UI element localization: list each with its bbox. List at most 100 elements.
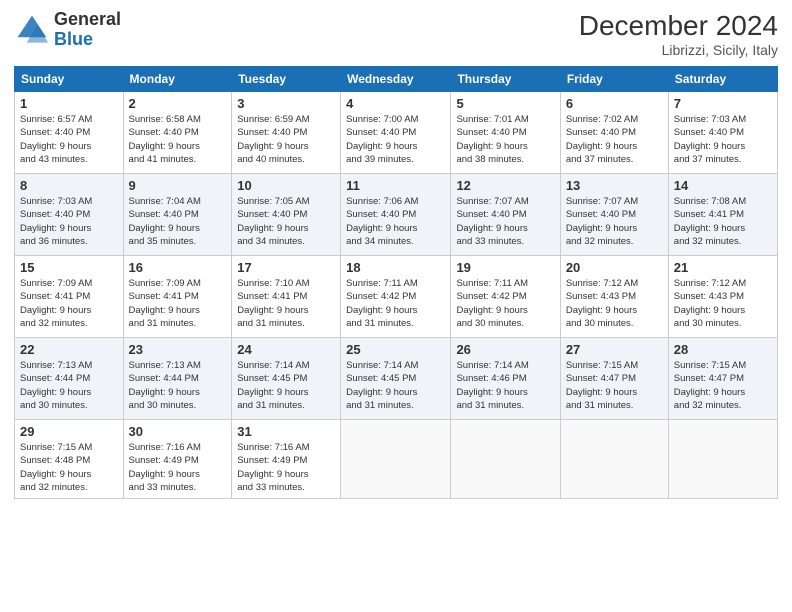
day-info: Sunrise: 7:07 AM Sunset: 4:40 PM Dayligh… — [456, 195, 554, 248]
calendar-header-wednesday: Wednesday — [341, 67, 451, 92]
day-info: Sunrise: 7:01 AM Sunset: 4:40 PM Dayligh… — [456, 113, 554, 166]
day-number: 6 — [566, 96, 663, 111]
day-number: 16 — [129, 260, 227, 275]
calendar-cell: 18 Sunrise: 7:11 AM Sunset: 4:42 PM Dayli… — [341, 256, 451, 338]
calendar-header-friday: Friday — [560, 67, 668, 92]
day-number: 24 — [237, 342, 335, 357]
day-number: 25 — [346, 342, 445, 357]
calendar-cell: 27Sunrise: 7:15 AM Sunset: 4:47 PM Dayli… — [560, 338, 668, 420]
calendar-cell: 24 Sunrise: 7:14 AM Sunset: 4:45 PM Dayli… — [232, 338, 341, 420]
header: General Blue December 2024 Librizzi, Sic… — [14, 10, 778, 58]
day-number: 8 — [20, 178, 118, 193]
day-info: Sunrise: 7:07 AM Sunset: 4:40 PM Dayligh… — [566, 195, 663, 248]
day-info: Sunrise: 7:14 AM Sunset: 4:45 PM Dayligh… — [346, 359, 445, 412]
day-number: 1 — [20, 96, 118, 111]
day-info: Sunrise: 7:14 AM Sunset: 4:46 PM Dayligh… — [456, 359, 554, 412]
calendar-cell: 26 Sunrise: 7:14 AM Sunset: 4:46 PM Dayli… — [451, 338, 560, 420]
calendar-cell: 15 Sunrise: 7:09 AM Sunset: 4:41 PM Dayli… — [15, 256, 124, 338]
calendar-header-row: SundayMondayTuesdayWednesdayThursdayFrid… — [15, 67, 778, 92]
day-number: 17 — [237, 260, 335, 275]
day-info: Sunrise: 7:13 AM Sunset: 4:44 PM Dayligh… — [129, 359, 227, 412]
day-info: Sunrise: 7:12 AM Sunset: 4:43 PM Dayligh… — [674, 277, 772, 330]
day-number: 31 — [237, 424, 335, 439]
calendar-cell: 4 Sunrise: 7:00 AM Sunset: 4:40 PM Daylig… — [341, 92, 451, 174]
day-number: 4 — [346, 96, 445, 111]
logo-text: General Blue — [54, 10, 121, 50]
calendar-cell: 13 Sunrise: 7:07 AM Sunset: 4:40 PM Dayli… — [560, 174, 668, 256]
calendar-cell — [668, 420, 777, 499]
day-info: Sunrise: 7:14 AM Sunset: 4:45 PM Dayligh… — [237, 359, 335, 412]
day-info: Sunrise: 6:59 AM Sunset: 4:40 PM Dayligh… — [237, 113, 335, 166]
day-info: Sunrise: 7:03 AM Sunset: 4:40 PM Dayligh… — [20, 195, 118, 248]
day-info: Sunrise: 7:15 AM Sunset: 4:48 PM Dayligh… — [20, 441, 118, 494]
day-number: 28 — [674, 342, 772, 357]
calendar-cell — [451, 420, 560, 499]
day-info: Sunrise: 7:08 AM Sunset: 4:41 PM Dayligh… — [674, 195, 772, 248]
day-number: 26 — [456, 342, 554, 357]
day-number: 14 — [674, 178, 772, 193]
day-number: 3 — [237, 96, 335, 111]
day-number: 13 — [566, 178, 663, 193]
day-number: 23 — [129, 342, 227, 357]
day-number: 12 — [456, 178, 554, 193]
day-number: 11 — [346, 178, 445, 193]
calendar-cell: 9 Sunrise: 7:04 AM Sunset: 4:40 PM Daylig… — [123, 174, 232, 256]
calendar-cell: 7 Sunrise: 7:03 AM Sunset: 4:40 PM Daylig… — [668, 92, 777, 174]
day-number: 30 — [129, 424, 227, 439]
day-info: Sunrise: 7:11 AM Sunset: 4:42 PM Dayligh… — [346, 277, 445, 330]
calendar-cell: 12 Sunrise: 7:07 AM Sunset: 4:40 PM Dayli… — [451, 174, 560, 256]
calendar-body: 1 Sunrise: 6:57 AM Sunset: 4:40 PM Daylig… — [15, 92, 778, 499]
day-number: 9 — [129, 178, 227, 193]
calendar-cell: 3 Sunrise: 6:59 AM Sunset: 4:40 PM Daylig… — [232, 92, 341, 174]
day-info: Sunrise: 7:09 AM Sunset: 4:41 PM Dayligh… — [20, 277, 118, 330]
calendar-cell: 30 Sunrise: 7:16 AM Sunset: 4:49 PM Dayli… — [123, 420, 232, 499]
day-info: Sunrise: 7:05 AM Sunset: 4:40 PM Dayligh… — [237, 195, 335, 248]
location: Librizzi, Sicily, Italy — [579, 42, 778, 58]
calendar-cell: 29 Sunrise: 7:15 AM Sunset: 4:48 PM Dayli… — [15, 420, 124, 499]
logo-icon — [14, 12, 50, 48]
day-info: Sunrise: 6:57 AM Sunset: 4:40 PM Dayligh… — [20, 113, 118, 166]
day-info: Sunrise: 7:06 AM Sunset: 4:40 PM Dayligh… — [346, 195, 445, 248]
calendar-cell: 23 Sunrise: 7:13 AM Sunset: 4:44 PM Dayli… — [123, 338, 232, 420]
calendar-cell: 2Sunrise: 6:58 AM Sunset: 4:40 PM Daylig… — [123, 92, 232, 174]
logo: General Blue — [14, 10, 121, 50]
calendar-cell: 10 Sunrise: 7:05 AM Sunset: 4:40 PM Dayli… — [232, 174, 341, 256]
calendar-cell: 11 Sunrise: 7:06 AM Sunset: 4:40 PM Dayli… — [341, 174, 451, 256]
day-info: Sunrise: 7:15 AM Sunset: 4:47 PM Dayligh… — [566, 359, 663, 412]
day-info: Sunrise: 7:00 AM Sunset: 4:40 PM Dayligh… — [346, 113, 445, 166]
calendar-table: SundayMondayTuesdayWednesdayThursdayFrid… — [14, 66, 778, 499]
calendar-cell: 19Sunrise: 7:11 AM Sunset: 4:42 PM Dayli… — [451, 256, 560, 338]
calendar-cell: 17 Sunrise: 7:10 AM Sunset: 4:41 PM Dayli… — [232, 256, 341, 338]
day-number: 7 — [674, 96, 772, 111]
calendar-cell: 16Sunrise: 7:09 AM Sunset: 4:41 PM Dayli… — [123, 256, 232, 338]
day-info: Sunrise: 7:15 AM Sunset: 4:47 PM Dayligh… — [674, 359, 772, 412]
calendar-header-sunday: Sunday — [15, 67, 124, 92]
day-number: 29 — [20, 424, 118, 439]
calendar-cell: 20Sunrise: 7:12 AM Sunset: 4:43 PM Dayli… — [560, 256, 668, 338]
calendar-cell: 22 Sunrise: 7:13 AM Sunset: 4:44 PM Dayli… — [15, 338, 124, 420]
calendar-cell: 14 Sunrise: 7:08 AM Sunset: 4:41 PM Dayli… — [668, 174, 777, 256]
calendar-cell — [560, 420, 668, 499]
day-number: 22 — [20, 342, 118, 357]
day-info: Sunrise: 7:04 AM Sunset: 4:40 PM Dayligh… — [129, 195, 227, 248]
day-number: 15 — [20, 260, 118, 275]
day-info: Sunrise: 7:03 AM Sunset: 4:40 PM Dayligh… — [674, 113, 772, 166]
calendar-cell — [341, 420, 451, 499]
day-info: Sunrise: 7:12 AM Sunset: 4:43 PM Dayligh… — [566, 277, 663, 330]
calendar-header-thursday: Thursday — [451, 67, 560, 92]
day-number: 10 — [237, 178, 335, 193]
calendar-header-monday: Monday — [123, 67, 232, 92]
day-number: 18 — [346, 260, 445, 275]
title-block: December 2024 Librizzi, Sicily, Italy — [579, 10, 778, 58]
month-title: December 2024 — [579, 10, 778, 42]
calendar-cell: 6Sunrise: 7:02 AM Sunset: 4:40 PM Daylig… — [560, 92, 668, 174]
day-number: 19 — [456, 260, 554, 275]
calendar-cell: 25 Sunrise: 7:14 AM Sunset: 4:45 PM Dayli… — [341, 338, 451, 420]
day-info: Sunrise: 7:13 AM Sunset: 4:44 PM Dayligh… — [20, 359, 118, 412]
calendar-cell: 5Sunrise: 7:01 AM Sunset: 4:40 PM Daylig… — [451, 92, 560, 174]
page: General Blue December 2024 Librizzi, Sic… — [0, 0, 792, 612]
day-info: Sunrise: 7:16 AM Sunset: 4:49 PM Dayligh… — [129, 441, 227, 494]
calendar-cell: 28 Sunrise: 7:15 AM Sunset: 4:47 PM Dayli… — [668, 338, 777, 420]
day-info: Sunrise: 6:58 AM Sunset: 4:40 PM Dayligh… — [129, 113, 227, 166]
day-info: Sunrise: 7:10 AM Sunset: 4:41 PM Dayligh… — [237, 277, 335, 330]
